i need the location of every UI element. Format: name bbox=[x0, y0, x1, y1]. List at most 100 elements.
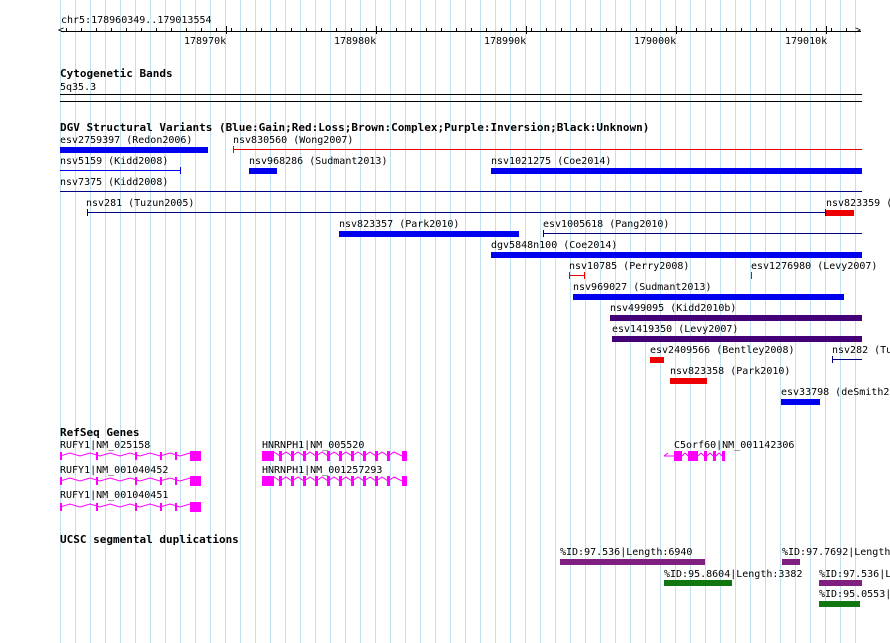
ruler-minor-tick bbox=[441, 28, 442, 32]
ruler-location: chr5:178960349..179013554 bbox=[61, 15, 212, 26]
dgv-feature-label: esv33798 (deSmith2 bbox=[781, 387, 890, 398]
dgv-feature-line[interactable] bbox=[543, 233, 862, 234]
dgv-feature-line[interactable] bbox=[87, 212, 827, 213]
segdup-label: %ID:95.0553| bbox=[819, 589, 890, 600]
ruler-minor-tick bbox=[561, 28, 562, 32]
grid-line bbox=[270, 0, 271, 643]
ruler-minor-tick bbox=[141, 28, 142, 32]
dgv-feature-label: nsv7375 (Kidd2008) bbox=[60, 177, 169, 188]
gene-model[interactable] bbox=[262, 450, 410, 462]
dgv-feature-mark[interactable] bbox=[751, 272, 752, 279]
dgv-feature-line[interactable] bbox=[60, 191, 862, 192]
dgv-feature-line[interactable] bbox=[569, 275, 585, 276]
dgv-feature-bar[interactable] bbox=[650, 357, 664, 363]
dgv-feature-bar[interactable] bbox=[826, 210, 854, 216]
grid-line bbox=[735, 0, 736, 643]
gene-model[interactable] bbox=[60, 450, 205, 462]
ruler-minor-tick bbox=[546, 28, 547, 32]
dgv-feature-bar[interactable] bbox=[339, 231, 519, 237]
grid-line bbox=[195, 0, 196, 643]
grid-line bbox=[135, 0, 136, 643]
ruler-minor-tick bbox=[486, 28, 487, 32]
dgv-feature-label: esv1276980 (Levy2007) bbox=[751, 261, 878, 272]
ruler-major-tick bbox=[376, 26, 377, 34]
dgv-feature-bar[interactable] bbox=[610, 315, 862, 321]
dgv-feature-label: esv2409566 (Bentley2008) bbox=[650, 345, 795, 356]
ruler-right-arrow: > bbox=[855, 25, 862, 36]
grid-line bbox=[330, 0, 331, 643]
ruler-minor-tick bbox=[381, 28, 382, 32]
segdup-bar[interactable] bbox=[819, 601, 860, 607]
ruler-minor-tick bbox=[216, 28, 217, 32]
ruler-minor-tick bbox=[456, 28, 457, 32]
ruler-major-tick bbox=[226, 26, 227, 34]
dgv-feature-bar[interactable] bbox=[612, 336, 862, 342]
grid-line bbox=[255, 0, 256, 643]
ruler-minor-tick bbox=[846, 28, 847, 32]
grid-line bbox=[540, 0, 541, 643]
grid-line bbox=[300, 0, 301, 643]
dgv-feature-label: nsv823357 (Park2010) bbox=[339, 219, 460, 230]
dgv-feature-end bbox=[543, 230, 544, 237]
segdup-bar[interactable] bbox=[560, 559, 705, 565]
grid-line bbox=[225, 0, 226, 643]
grid-lines bbox=[0, 0, 890, 643]
dgv-feature-bar[interactable] bbox=[249, 168, 277, 174]
grid-line bbox=[525, 0, 526, 643]
dgv-feature-line[interactable] bbox=[60, 170, 181, 171]
ruler-minor-tick bbox=[531, 28, 532, 32]
dgv-feature-bar[interactable] bbox=[491, 252, 862, 258]
ruler-minor-tick bbox=[696, 28, 697, 32]
segdup-bar[interactable] bbox=[819, 580, 862, 586]
ruler-minor-tick bbox=[516, 28, 517, 32]
ruler-minor-tick bbox=[306, 28, 307, 32]
ruler-left-arrow: < bbox=[58, 25, 65, 36]
ruler-minor-tick bbox=[726, 28, 727, 32]
gene-model[interactable] bbox=[262, 475, 410, 487]
dgv-feature-line[interactable] bbox=[233, 149, 862, 150]
grid-line bbox=[120, 0, 121, 643]
refseq-track-title[interactable]: RefSeq Genes bbox=[60, 427, 139, 439]
dgv-feature-bar[interactable] bbox=[781, 399, 820, 405]
dgv-feature-label: nsv830560 (Wong2007) bbox=[233, 135, 354, 146]
dgv-feature-label: dgv5848n100 (Coe2014) bbox=[491, 240, 618, 251]
gene-model[interactable] bbox=[60, 501, 205, 513]
grid-line bbox=[75, 0, 76, 643]
gene-model[interactable] bbox=[664, 450, 730, 462]
ruler-minor-tick bbox=[96, 28, 97, 32]
grid-line bbox=[510, 0, 511, 643]
gene-model[interactable] bbox=[60, 475, 205, 487]
dgv-feature-bar[interactable] bbox=[491, 168, 862, 174]
ruler-minor-tick bbox=[291, 28, 292, 32]
segdup-bar[interactable] bbox=[664, 580, 732, 586]
dgv-feature-bar[interactable] bbox=[573, 294, 844, 300]
ruler-minor-tick bbox=[366, 28, 367, 32]
grid-line bbox=[405, 0, 406, 643]
ruler-minor-tick bbox=[636, 28, 637, 32]
grid-line bbox=[90, 0, 91, 643]
ruler-minor-tick bbox=[171, 28, 172, 32]
dgv-track-title[interactable]: DGV Structural Variants (Blue:Gain;Red:L… bbox=[60, 122, 649, 134]
dgv-feature-label: nsv968286 (Sudmant2013) bbox=[249, 156, 388, 167]
segdup-bar[interactable] bbox=[782, 559, 800, 565]
dgv-feature-end bbox=[584, 272, 585, 279]
ruler-minor-tick bbox=[156, 28, 157, 32]
dgv-feature-bar[interactable] bbox=[670, 378, 707, 384]
grid-line bbox=[495, 0, 496, 643]
cyto-band-bottom[interactable] bbox=[60, 101, 862, 102]
ruler-minor-tick bbox=[831, 28, 832, 32]
cyto-track-title[interactable]: Cytogenetic Bands bbox=[60, 68, 173, 80]
dgv-feature-label: esv1005618 (Pang2010) bbox=[543, 219, 670, 230]
grid-line bbox=[765, 0, 766, 643]
cyto-band-top[interactable] bbox=[60, 94, 862, 95]
ruler-minor-tick bbox=[231, 28, 232, 32]
ruler-minor-tick bbox=[66, 28, 67, 32]
segdup-track-title[interactable]: UCSC segmental duplications bbox=[60, 534, 239, 546]
grid-line bbox=[450, 0, 451, 643]
dgv-feature-line[interactable] bbox=[832, 359, 862, 360]
dgv-feature-bar[interactable] bbox=[60, 147, 208, 153]
dgv-feature-label: nsv281 (Tuzun2005) bbox=[86, 198, 195, 209]
dgv-feature-label: nsv823358 (Park2010) bbox=[670, 366, 791, 377]
ruler-minor-tick bbox=[666, 28, 667, 32]
dgv-feature-label: esv1419350 (Levy2007) bbox=[612, 324, 739, 335]
